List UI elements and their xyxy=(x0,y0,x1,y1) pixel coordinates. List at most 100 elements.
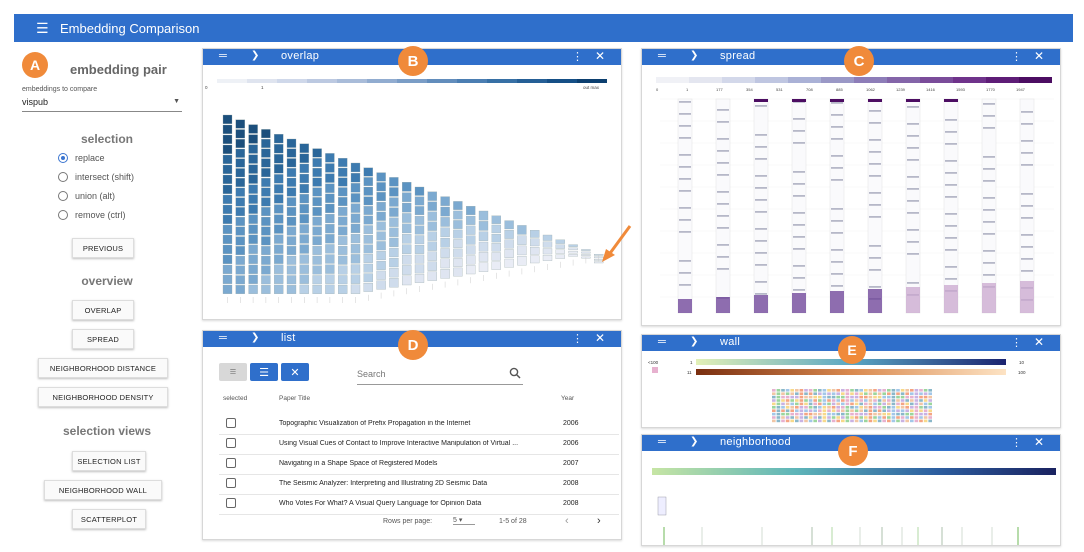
prev-page-icon[interactable]: ‹ xyxy=(565,515,569,527)
spread-mark xyxy=(679,125,691,127)
overlap-button[interactable]: Overlap xyxy=(72,300,134,320)
wall-cell xyxy=(850,412,854,416)
more-vert-icon[interactable]: ⋮ xyxy=(1011,50,1022,63)
next-page-icon[interactable]: › xyxy=(597,515,601,527)
wall-cell xyxy=(896,399,900,402)
overlap-cell xyxy=(338,285,348,294)
overlap-chart[interactable]: 0 1 out max xyxy=(203,65,621,319)
neighborhood-density-button[interactable]: Neighborhood Density xyxy=(38,387,168,407)
chevron-right-icon[interactable]: ❯ xyxy=(690,336,698,347)
table-row[interactable]: Topographic Visualization of Prefix Prop… xyxy=(219,415,619,435)
radio-intersect[interactable]: intersect (shift) xyxy=(58,172,134,182)
overlap-cell xyxy=(453,201,463,210)
wall-cell xyxy=(882,406,886,409)
wall-cell xyxy=(854,399,859,402)
filter-icon[interactable]: ≡ xyxy=(219,363,247,381)
close-icon[interactable]: ✕ xyxy=(1034,435,1044,449)
spread-mark xyxy=(755,281,767,283)
wall-cell xyxy=(831,409,836,412)
close-icon[interactable]: ✕ xyxy=(1034,49,1044,63)
rows-per-page-select[interactable]: 5 ▾ xyxy=(453,516,475,525)
overlap-cell xyxy=(350,162,361,173)
spread-button[interactable]: Spread xyxy=(72,329,134,349)
overlap-cell xyxy=(568,250,578,254)
drag-handle-icon[interactable]: ═ xyxy=(219,332,227,344)
table-row[interactable]: The Seismic Analyzer: Interpreting and I… xyxy=(219,475,619,495)
table-row[interactable]: Using Visual Cues of Contact to Improve … xyxy=(219,435,619,455)
spread-top-mark xyxy=(906,99,920,102)
chevron-right-icon[interactable]: ❯ xyxy=(251,50,259,61)
col-year-header[interactable]: Year xyxy=(561,395,574,407)
wall-cell xyxy=(813,409,817,412)
row-checkbox[interactable] xyxy=(226,438,236,448)
chevron-right-icon[interactable]: ❯ xyxy=(251,332,259,343)
wall-cell xyxy=(900,416,905,419)
close-icon[interactable]: ✕ xyxy=(595,49,605,63)
drag-handle-icon[interactable]: ═ xyxy=(219,50,227,62)
row-checkbox[interactable] xyxy=(226,458,236,468)
overlap-cell xyxy=(325,264,335,274)
more-vert-icon[interactable]: ⋮ xyxy=(572,50,583,63)
radio-replace[interactable]: replace xyxy=(58,153,105,163)
spread-mark xyxy=(869,192,881,194)
neighborhood-distance-button[interactable]: Neighborhood Distance xyxy=(38,358,168,378)
spread-mark xyxy=(831,138,843,140)
col-selected-header: selected xyxy=(223,395,248,402)
radio-remove[interactable]: remove (ctrl) xyxy=(58,210,126,220)
selection-list-button[interactable]: Selection List xyxy=(72,451,146,471)
spread-mark xyxy=(755,146,767,148)
overlap-cell xyxy=(222,264,233,274)
wall-cell xyxy=(790,399,794,402)
embedding-pair-title: embedding pair xyxy=(70,62,167,77)
neighborhood-wall-button[interactable]: Neighborhood Wall xyxy=(44,480,162,500)
overlap-cell xyxy=(286,197,297,207)
spread-mark xyxy=(831,126,843,128)
overlap-cell xyxy=(274,144,284,154)
overlap-cell xyxy=(466,206,476,216)
wall-cell xyxy=(914,402,919,406)
search-input[interactable]: Search xyxy=(357,367,523,385)
more-vert-icon[interactable]: ⋮ xyxy=(1011,336,1022,349)
chevron-right-icon[interactable]: ❯ xyxy=(690,436,698,447)
more-vert-icon[interactable]: ⋮ xyxy=(1011,436,1022,449)
close-icon[interactable]: ✕ xyxy=(595,331,605,345)
overlap-cell xyxy=(350,254,361,264)
table-row[interactable]: Who Votes For What? A Visual Query Langu… xyxy=(219,495,619,515)
drag-handle-icon[interactable]: ═ xyxy=(658,436,666,448)
chevron-right-icon[interactable]: ❯ xyxy=(690,50,698,61)
drag-handle-icon[interactable]: ═ xyxy=(658,50,666,62)
close-icon[interactable]: ✕ xyxy=(1034,335,1044,349)
scatterplot-button[interactable]: Scatterplot xyxy=(72,509,146,529)
row-checkbox[interactable] xyxy=(226,498,236,508)
search-icon[interactable] xyxy=(509,367,521,379)
overlap-cell xyxy=(299,194,309,204)
more-vert-icon[interactable]: ⋮ xyxy=(572,332,583,345)
hamburger-menu-icon[interactable]: ☰ xyxy=(36,21,50,35)
row-checkbox[interactable] xyxy=(226,478,236,488)
overlap-cell xyxy=(414,196,425,206)
wall-cell xyxy=(836,402,840,406)
previous-button[interactable]: Previous xyxy=(72,238,134,258)
row-checkbox[interactable] xyxy=(226,418,236,428)
embedding-select[interactable]: vispub ▼ xyxy=(22,96,182,112)
spread-mark xyxy=(945,237,957,239)
overlap-cell xyxy=(299,163,309,173)
wall-cell xyxy=(882,399,886,402)
wall-cell xyxy=(808,399,813,402)
drag-handle-icon[interactable]: ═ xyxy=(658,336,666,348)
col-title-header[interactable]: Paper Title xyxy=(279,395,310,407)
overlap-cell xyxy=(338,158,348,167)
overlap-cell xyxy=(248,244,258,254)
clear-selection-icon[interactable]: ✕ xyxy=(281,363,309,381)
wall-cell xyxy=(790,402,794,406)
radio-union[interactable]: union (alt) xyxy=(58,191,115,201)
wall-cell xyxy=(804,412,808,416)
radio-dot xyxy=(58,153,68,163)
list-view-icon[interactable]: ☰ xyxy=(250,363,278,381)
overlap-cell xyxy=(402,244,412,254)
overlap-cell xyxy=(274,274,284,284)
table-row[interactable]: Navigating in a Shape Space of Registere… xyxy=(219,455,619,475)
wall-cell xyxy=(910,399,914,402)
overlap-cell xyxy=(286,216,297,226)
spread-chart[interactable]: 0 1 177 354 531 708 885 1062 1239 1416 1593 1770 194… xyxy=(642,65,1060,325)
